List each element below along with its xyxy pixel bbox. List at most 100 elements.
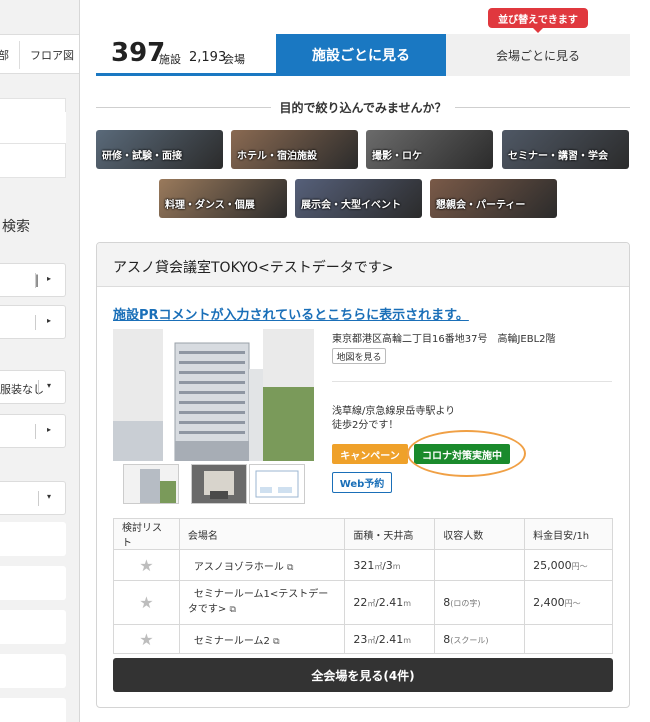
purpose-tile-party[interactable]: 懇親会・パーティー (430, 179, 557, 218)
venue-count: 2,193 (189, 50, 227, 65)
favorite-star-icon[interactable]: ★ (113, 549, 180, 581)
facility-pr-link[interactable]: 施設PRコメントが入力されているとこちらに表示されます。 (113, 304, 469, 323)
caret-down-icon: ▾ (47, 381, 52, 390)
capacity-cell (434, 549, 526, 581)
facility-thumbnail-exterior[interactable] (123, 464, 179, 504)
web-booking-button[interactable]: Web予約 (332, 472, 392, 493)
favorite-star-icon[interactable]: ★ (113, 624, 180, 654)
facility-access-line2: 徒歩2分です！ (332, 420, 399, 431)
area-value: 23 (353, 632, 368, 646)
table-row: ★ セミナールーム1<テストデータです> ⧉ 22㎡/2.41m 8(ロの字) … (113, 580, 613, 625)
divider: | (35, 273, 40, 288)
tab-by-facility[interactable]: 施設ごとに見る (276, 34, 446, 76)
venue-name-link[interactable]: アスノヨゾラホール (188, 562, 284, 573)
area-value: 22 (353, 596, 368, 609)
col-header-venue-name: 会場名 (178, 518, 346, 550)
facility-main-photo[interactable] (113, 329, 314, 461)
height-value: 3 (385, 558, 393, 572)
venue-name-cell: アスノヨゾラホール ⧉ (178, 549, 346, 581)
height-unit: m (392, 561, 401, 571)
venue-name-link[interactable]: セミナールーム2 (188, 636, 270, 647)
area-cell: 23㎡/2.41m (344, 624, 436, 654)
divider (38, 380, 39, 395)
price-value: 2,400 (533, 596, 565, 609)
view-all-venues-button[interactable]: 全会場を見る(4件) (113, 658, 613, 692)
sort-badge: 並び替えできます (488, 8, 588, 33)
price-cell (524, 624, 613, 654)
purpose-heading-text: 目的で絞り込んでみませんか？ (271, 101, 455, 115)
col-header-capacity: 収容人数 (434, 518, 526, 550)
sidebar-select[interactable]: | ▸ (0, 263, 66, 297)
thumb-image (250, 465, 304, 503)
info-divider (332, 381, 612, 382)
price-cell: 2,400円～ (524, 580, 613, 625)
sidebar-field[interactable] (0, 654, 66, 688)
height-value: 2.41 (378, 632, 404, 646)
facility-thumbnail-floorplan[interactable] (249, 464, 305, 504)
sidebar-field[interactable] (0, 522, 66, 556)
divider (35, 424, 36, 439)
tile-label: 撮影・ロケ (372, 151, 422, 162)
col-header-area: 面積・天井高 (344, 518, 436, 550)
external-link-icon[interactable]: ⧉ (229, 605, 235, 615)
corona-measures-badge[interactable]: コロナ対策実施中 (414, 444, 510, 464)
price-unit: 円～ (564, 599, 581, 608)
height-value: 2.41 (378, 596, 404, 609)
capacity-note: (ロの字) (450, 599, 481, 608)
venue-count-unit: 会場 (223, 53, 245, 66)
tab-by-venue[interactable]: 会場ごとに見る (446, 34, 630, 76)
results-header: 397 施設 2,193 会場 施設ごとに見る 会場ごとに見る (96, 34, 630, 76)
sidebar-panel-divider (0, 112, 66, 144)
area-cell: 321㎡/3m (344, 549, 436, 581)
facility-thumbnail-interior[interactable] (191, 464, 247, 504)
capacity-cell: 8(ロの字) (434, 580, 526, 625)
tile-label: 研修・試験・面接 (102, 151, 182, 162)
height-unit: m (403, 635, 412, 645)
purpose-tile-photo[interactable]: 撮影・ロケ (366, 130, 493, 169)
purpose-tile-training[interactable]: 研修・試験・面接 (96, 130, 223, 169)
tile-label: 料理・ダンス・個展 (165, 200, 255, 211)
sidebar-field[interactable] (0, 698, 66, 722)
venue-table: 検討リスト 会場名 面積・天井高 収容人数 料金目安/1h ★ アスノヨゾラホー… (113, 518, 613, 654)
favorite-star-icon[interactable]: ★ (113, 580, 180, 625)
table-row: ★ アスノヨゾラホール ⧉ 321㎡/3m 25,000円～ (113, 549, 613, 581)
purpose-tile-seminar[interactable]: セミナー・講習・学会 (502, 130, 629, 169)
sidebar-field[interactable] (0, 566, 66, 600)
sidebar-select[interactable]: ▾ (0, 481, 66, 515)
caret-down-icon: ▾ (47, 492, 52, 501)
building-photo (113, 329, 314, 461)
facility-access-line1: 浅草線/京急線泉岳寺駅より (332, 406, 456, 417)
view-map-button[interactable]: 地図を見る (332, 348, 386, 364)
purpose-tile-hotel[interactable]: ホテル・宿泊施設 (231, 130, 358, 169)
sidebar-field[interactable] (0, 610, 66, 644)
tile-label: 懇親会・パーティー (436, 200, 526, 211)
divider (38, 491, 39, 506)
facility-name[interactable]: アスノ貸会議室TOKYO<テストデータです> (113, 257, 394, 277)
price-value: 25,000 (533, 558, 572, 572)
facility-card-header: アスノ貸会議室TOKYO<テストデータです> (97, 243, 629, 287)
caret-right-icon: ▸ (47, 316, 52, 325)
sidebar-select-dress[interactable]: 服装なし ▾ (0, 370, 66, 404)
facility-address: 東京都港区高輪二丁目16番地37号 高輪JEBL2階 (332, 334, 556, 345)
venue-name-link[interactable]: セミナールーム1<テストデータです> (188, 589, 328, 615)
sidebar-select[interactable]: ▸ (0, 305, 66, 339)
facility-card: アスノ貸会議室TOKYO<テストデータです> 施設PRコメントが入力されていると… (96, 242, 630, 708)
sidebar-select[interactable]: ▸ (0, 414, 66, 448)
facility-count: 397 (111, 38, 166, 68)
height-unit: m (403, 599, 412, 608)
purpose-tile-exhibition[interactable]: 展示会・大型イベント (295, 179, 422, 218)
capacity-cell: 8(スクール) (434, 624, 526, 654)
external-link-icon[interactable]: ⧉ (287, 563, 293, 573)
price-cell: 25,000円～ (524, 549, 613, 581)
external-link-icon[interactable]: ⧉ (273, 637, 279, 647)
tab-floor-map[interactable]: フロア図 (30, 47, 74, 63)
purpose-tile-cooking[interactable]: 料理・ダンス・個展 (159, 179, 287, 218)
purpose-heading: 目的で絞り込んでみませんか？ (96, 99, 630, 115)
tile-label: セミナー・講習・学会 (508, 151, 608, 162)
caret-right-icon: ▸ (47, 425, 52, 434)
tab-divider (19, 41, 20, 69)
col-header-favorite: 検討リスト (113, 518, 180, 550)
sidebar-tab-prev[interactable]: 部 (0, 47, 9, 63)
campaign-badge[interactable]: キャンペーン (332, 444, 408, 464)
price-unit: 円～ (571, 561, 588, 571)
